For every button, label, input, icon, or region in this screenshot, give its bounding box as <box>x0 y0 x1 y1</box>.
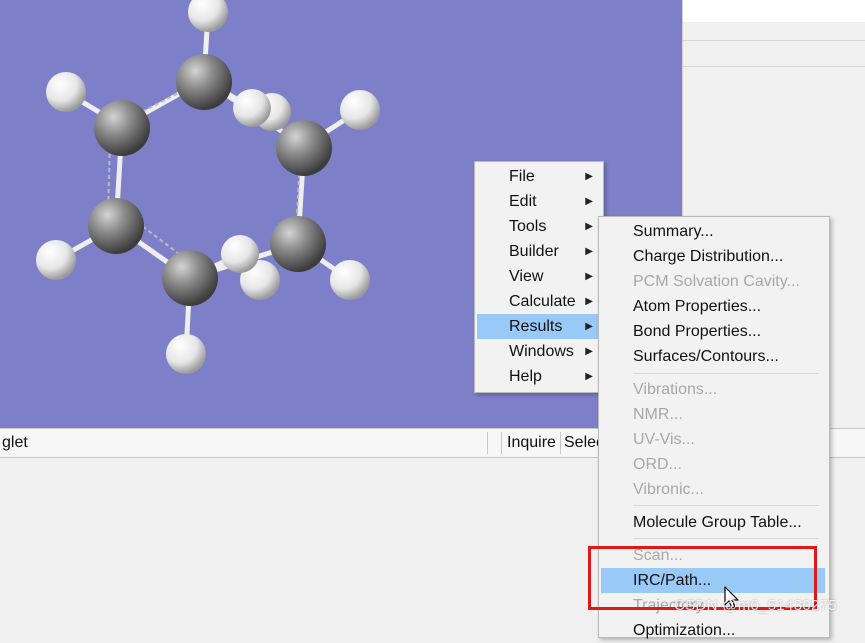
menu-item-label: Help <box>509 368 542 385</box>
menu-item-molecule-group-table[interactable]: Molecule Group Table... <box>601 510 825 535</box>
menu-item-ord[interactable]: ORD... <box>601 452 825 477</box>
status-separator <box>501 432 502 454</box>
menu-item-summary[interactable]: Summary... <box>601 219 825 244</box>
menu-item-uv-vis[interactable]: UV-Vis... <box>601 427 825 452</box>
submenu-arrow-icon: ▶ <box>585 371 593 382</box>
menu-item-vibrations[interactable]: Vibrations... <box>601 377 825 402</box>
menu-item-bond-properties[interactable]: Bond Properties... <box>601 319 825 344</box>
submenu-arrow-icon: ▶ <box>585 221 593 232</box>
menu-item-label: View <box>509 268 544 285</box>
menu-item-label: Builder <box>509 243 559 260</box>
submenu-arrow-icon: ▶ <box>585 346 593 357</box>
status-separator <box>560 432 561 454</box>
submenu-arrow-icon: ▶ <box>585 171 593 182</box>
menu-item-results[interactable]: Results ▶ <box>477 314 599 339</box>
menu-item-label: Windows <box>509 343 574 360</box>
menu-item-optimization[interactable]: Optimization... <box>601 618 825 643</box>
menu-item-windows[interactable]: Windows ▶ <box>477 339 599 364</box>
multiplicity-status: glet <box>2 434 28 451</box>
submenu-arrow-icon: ▶ <box>585 196 593 207</box>
menu-separator <box>633 505 819 506</box>
menu-separator <box>633 538 819 539</box>
menu-item-calculate[interactable]: Calculate ▶ <box>477 289 599 314</box>
submenu-arrow-icon: ▶ <box>585 296 593 307</box>
menu-item-label: Results <box>509 318 563 335</box>
menu-separator <box>633 373 819 374</box>
context-menu: File ▶ Edit ▶ Tools ▶ Builder ▶ View ▶ Calcul… <box>474 161 604 393</box>
menu-item-pcm-solvation-cavity[interactable]: PCM Solvation Cavity... <box>601 269 825 294</box>
watermark: CSDN @m0_51430275 <box>674 597 837 614</box>
menu-item-charge-distribution[interactable]: Charge Distribution... <box>601 244 825 269</box>
menu-item-label: Edit <box>509 193 537 210</box>
menu-item-file[interactable]: File ▶ <box>477 164 599 189</box>
submenu-arrow-icon: ▶ <box>585 246 593 257</box>
menu-item-label: Tools <box>509 218 547 235</box>
menu-item-label: File <box>509 168 535 185</box>
menu-item-tools[interactable]: Tools ▶ <box>477 214 599 239</box>
menu-item-surfaces-contours[interactable]: Surfaces/Contours... <box>601 344 825 369</box>
submenu-arrow-icon: ▶ <box>585 271 593 282</box>
menu-item-vibronic[interactable]: Vibronic... <box>601 477 825 502</box>
inquire-mode[interactable]: Inquire <box>507 429 556 457</box>
menu-item-view[interactable]: View ▶ <box>477 264 599 289</box>
menu-item-atom-properties[interactable]: Atom Properties... <box>601 294 825 319</box>
menu-item-label: Calculate <box>509 293 576 310</box>
menu-item-edit[interactable]: Edit ▶ <box>477 189 599 214</box>
panel-divider <box>683 40 865 41</box>
panel-divider <box>683 66 865 67</box>
menu-item-help[interactable]: Help ▶ <box>477 364 599 389</box>
menu-item-nmr[interactable]: NMR... <box>601 402 825 427</box>
status-separator <box>487 432 488 454</box>
submenu-arrow-icon: ▶ <box>585 321 593 332</box>
panel-header <box>683 0 865 22</box>
menu-item-builder[interactable]: Builder ▶ <box>477 239 599 264</box>
